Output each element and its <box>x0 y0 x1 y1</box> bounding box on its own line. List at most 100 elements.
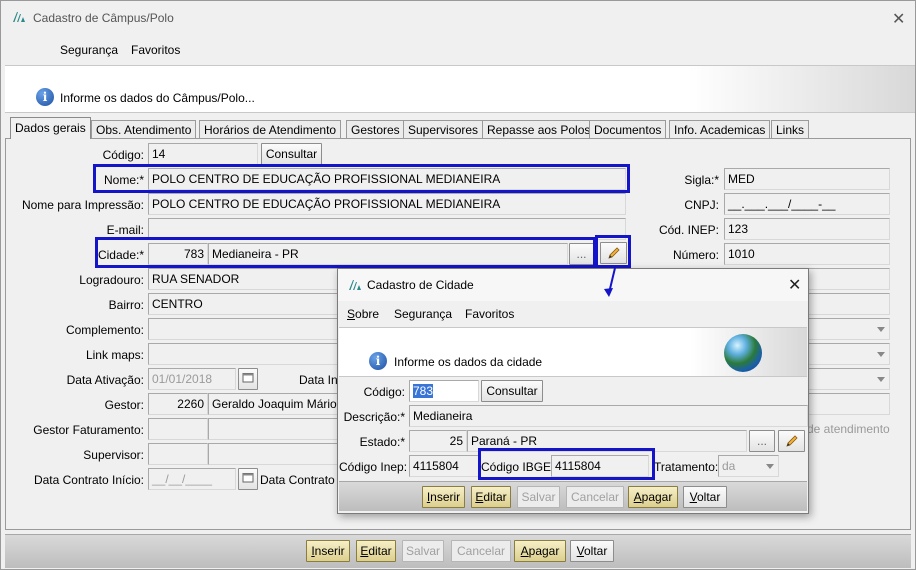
cidade-name-field[interactable]: Medianeira - PR <box>208 243 568 265</box>
label-data-contrato: Data Contrato <box>260 473 335 487</box>
email-field[interactable] <box>148 218 626 240</box>
consultar-button[interactable]: Consultar <box>261 143 322 165</box>
de-atendimento-label: de atendimento <box>807 422 890 436</box>
dialog-menu-sobre[interactable]: Sobre <box>347 307 379 321</box>
tab-horarios-atendimento[interactable]: Horários de Atendimento <box>199 120 342 138</box>
label-cidade: Cidade:* <box>97 248 144 262</box>
link-maps-field[interactable] <box>148 343 338 365</box>
tab-obs-atendimento[interactable]: Obs. Atendimento <box>91 120 197 138</box>
label-supervisor: Supervisor: <box>83 448 144 462</box>
cnpj-field[interactable]: __.___.___/____-__ <box>724 193 890 215</box>
supervisor-code-field[interactable] <box>148 443 208 465</box>
tab-repasse-polos[interactable]: Repasse aos Polos <box>482 120 596 138</box>
dialog-codigo-ibge-field[interactable]: 4115804 <box>551 455 649 477</box>
label-complemento: Complemento: <box>65 323 144 337</box>
sigla-field[interactable]: MED <box>724 168 890 190</box>
tab-links[interactable]: Links <box>771 120 810 138</box>
salvar-button[interactable]: Salvar <box>402 540 444 562</box>
dialog-consultar-button[interactable]: Consultar <box>481 380 543 402</box>
label-data-ativacao: Data Ativação: <box>66 373 144 387</box>
complemento-field[interactable] <box>148 318 338 340</box>
info-icon: i <box>369 352 387 370</box>
data-contrato-inicio-field[interactable]: __/__/____ <box>148 468 236 490</box>
dialog-title: Cadastro de Cidade <box>367 278 474 292</box>
dialog-bottom-toolbar: Inserir Editar Salvar Cancelar Apagar Vo… <box>339 481 807 511</box>
cod-inep-field[interactable]: 123 <box>724 218 890 240</box>
dialog-label-estado: Estado:* <box>359 435 405 449</box>
apagar-button[interactable]: Apagar <box>514 540 566 562</box>
app-logo-icon <box>13 12 25 22</box>
dialog-close-icon[interactable]: ✕ <box>788 275 801 295</box>
dialog-estado-code-field[interactable]: 25 <box>409 430 467 452</box>
tab-supervisores[interactable]: Supervisores <box>403 120 484 138</box>
dialog-label-codigo-inep: Código Inep: <box>339 460 408 474</box>
data-ativacao-calendar-button[interactable] <box>238 368 258 390</box>
label-bairro: Bairro: <box>108 298 144 312</box>
chevron-down-icon <box>766 464 774 469</box>
cidade-lookup-button[interactable]: ... <box>569 243 594 265</box>
dialog-descricao-field[interactable]: Medianeira <box>409 405 808 427</box>
close-icon[interactable]: ✕ <box>892 9 905 29</box>
logradouro-field[interactable]: RUA SENADOR <box>148 268 338 290</box>
tab-info-academicas[interactable]: Info. Academicas <box>669 120 771 138</box>
data-ativacao-field[interactable]: 01/01/2018 <box>148 368 236 390</box>
dialog-codigo-inep-field[interactable]: 4115804 <box>409 455 479 477</box>
data-contrato-calendar-button[interactable] <box>238 468 258 490</box>
label-gestor-faturamento: Gestor Faturamento: <box>33 423 144 437</box>
label-sigla: Sigla:* <box>684 173 719 187</box>
nome-field[interactable]: POLO CENTRO DE EDUCAÇÃO PROFISSIONAL MED… <box>148 168 626 190</box>
codigo-field[interactable]: 14 <box>148 143 258 165</box>
cidade-edit-button[interactable] <box>600 242 627 264</box>
gestor-code-field[interactable]: 2260 <box>148 393 208 415</box>
dialog-menu-favoritos[interactable]: Favoritos <box>465 307 514 321</box>
menu-seguranca[interactable]: Segurança <box>60 43 118 57</box>
app-logo-icon <box>349 280 361 290</box>
dialog-inserir-button[interactable]: Inserir <box>422 486 465 508</box>
tab-dados-gerais[interactable]: Dados gerais <box>10 117 91 139</box>
editar-button[interactable]: Editar <box>356 540 396 562</box>
label-data-in: Data In <box>299 373 338 387</box>
info-text: Informe os dados do Câmpus/Polo... <box>60 91 255 105</box>
label-logradouro: Logradouro: <box>79 273 144 287</box>
chevron-down-icon <box>877 327 885 332</box>
gestor-faturamento-name-field[interactable] <box>208 418 338 440</box>
dialog-codigo-value: 783 <box>413 384 434 398</box>
label-data-contrato-inicio: Data Contrato Início: <box>33 473 144 487</box>
dialog-estado-edit-button[interactable] <box>778 430 805 452</box>
dialog-codigo-field[interactable]: 783 <box>409 380 479 402</box>
dialog-apagar-button[interactable]: Apagar <box>628 486 678 508</box>
tab-documentos[interactable]: Documentos <box>589 120 667 138</box>
dialog-voltar-button[interactable]: Voltar <box>683 486 727 508</box>
dialog-cancelar-button[interactable]: Cancelar <box>566 486 624 508</box>
dialog-editar-button[interactable]: Editar <box>471 486 511 508</box>
label-gestor: Gestor: <box>104 398 144 412</box>
pointer-arrow-icon <box>604 267 616 297</box>
dialog-estado-name-field[interactable]: Paraná - PR <box>467 430 747 452</box>
bairro-field[interactable]: CENTRO <box>148 293 338 315</box>
info-icon: i <box>36 88 54 106</box>
dialog-salvar-button[interactable]: Salvar <box>517 486 560 508</box>
cancelar-button[interactable]: Cancelar <box>451 540 511 562</box>
numero-field[interactable]: 1010 <box>724 243 890 265</box>
gestor-faturamento-code-field[interactable] <box>148 418 208 440</box>
menu-favoritos[interactable]: Favoritos <box>131 43 180 57</box>
dialog-title-bar: Cadastro de Cidade ✕ <box>338 269 808 301</box>
label-nome: Nome:* <box>103 173 144 187</box>
dialog-info-band: i Informe os dados da cidade <box>339 327 807 377</box>
title-bar: Cadastro de Câmpus/Polo ✕ <box>1 1 915 35</box>
label-cnpj: CNPJ: <box>684 198 719 212</box>
dialog-menu-seguranca[interactable]: Segurança <box>394 307 452 321</box>
bottom-toolbar: Inserir Editar Salvar Cancelar Apagar Vo… <box>5 534 911 568</box>
label-nome-impressao: Nome para Impressão: <box>21 198 144 212</box>
inserir-button[interactable]: Inserir <box>306 540 350 562</box>
dialog-estado-lookup-button[interactable]: ... <box>749 430 775 452</box>
tab-gestores[interactable]: Gestores <box>346 120 405 138</box>
gestor-name-field[interactable]: Geraldo Joaquim Mário <box>208 393 338 415</box>
dialog-info-text: Informe os dados da cidade <box>394 355 543 369</box>
cidade-code-field[interactable]: 783 <box>148 243 208 265</box>
globe-icon <box>724 334 762 372</box>
voltar-button[interactable]: Voltar <box>570 540 614 562</box>
nome-impressao-field[interactable]: POLO CENTRO DE EDUCAÇÃO PROFISSIONAL MED… <box>148 193 626 215</box>
dialog-label-tratamento: Tratamento: <box>654 460 719 474</box>
supervisor-name-field[interactable] <box>208 443 338 465</box>
